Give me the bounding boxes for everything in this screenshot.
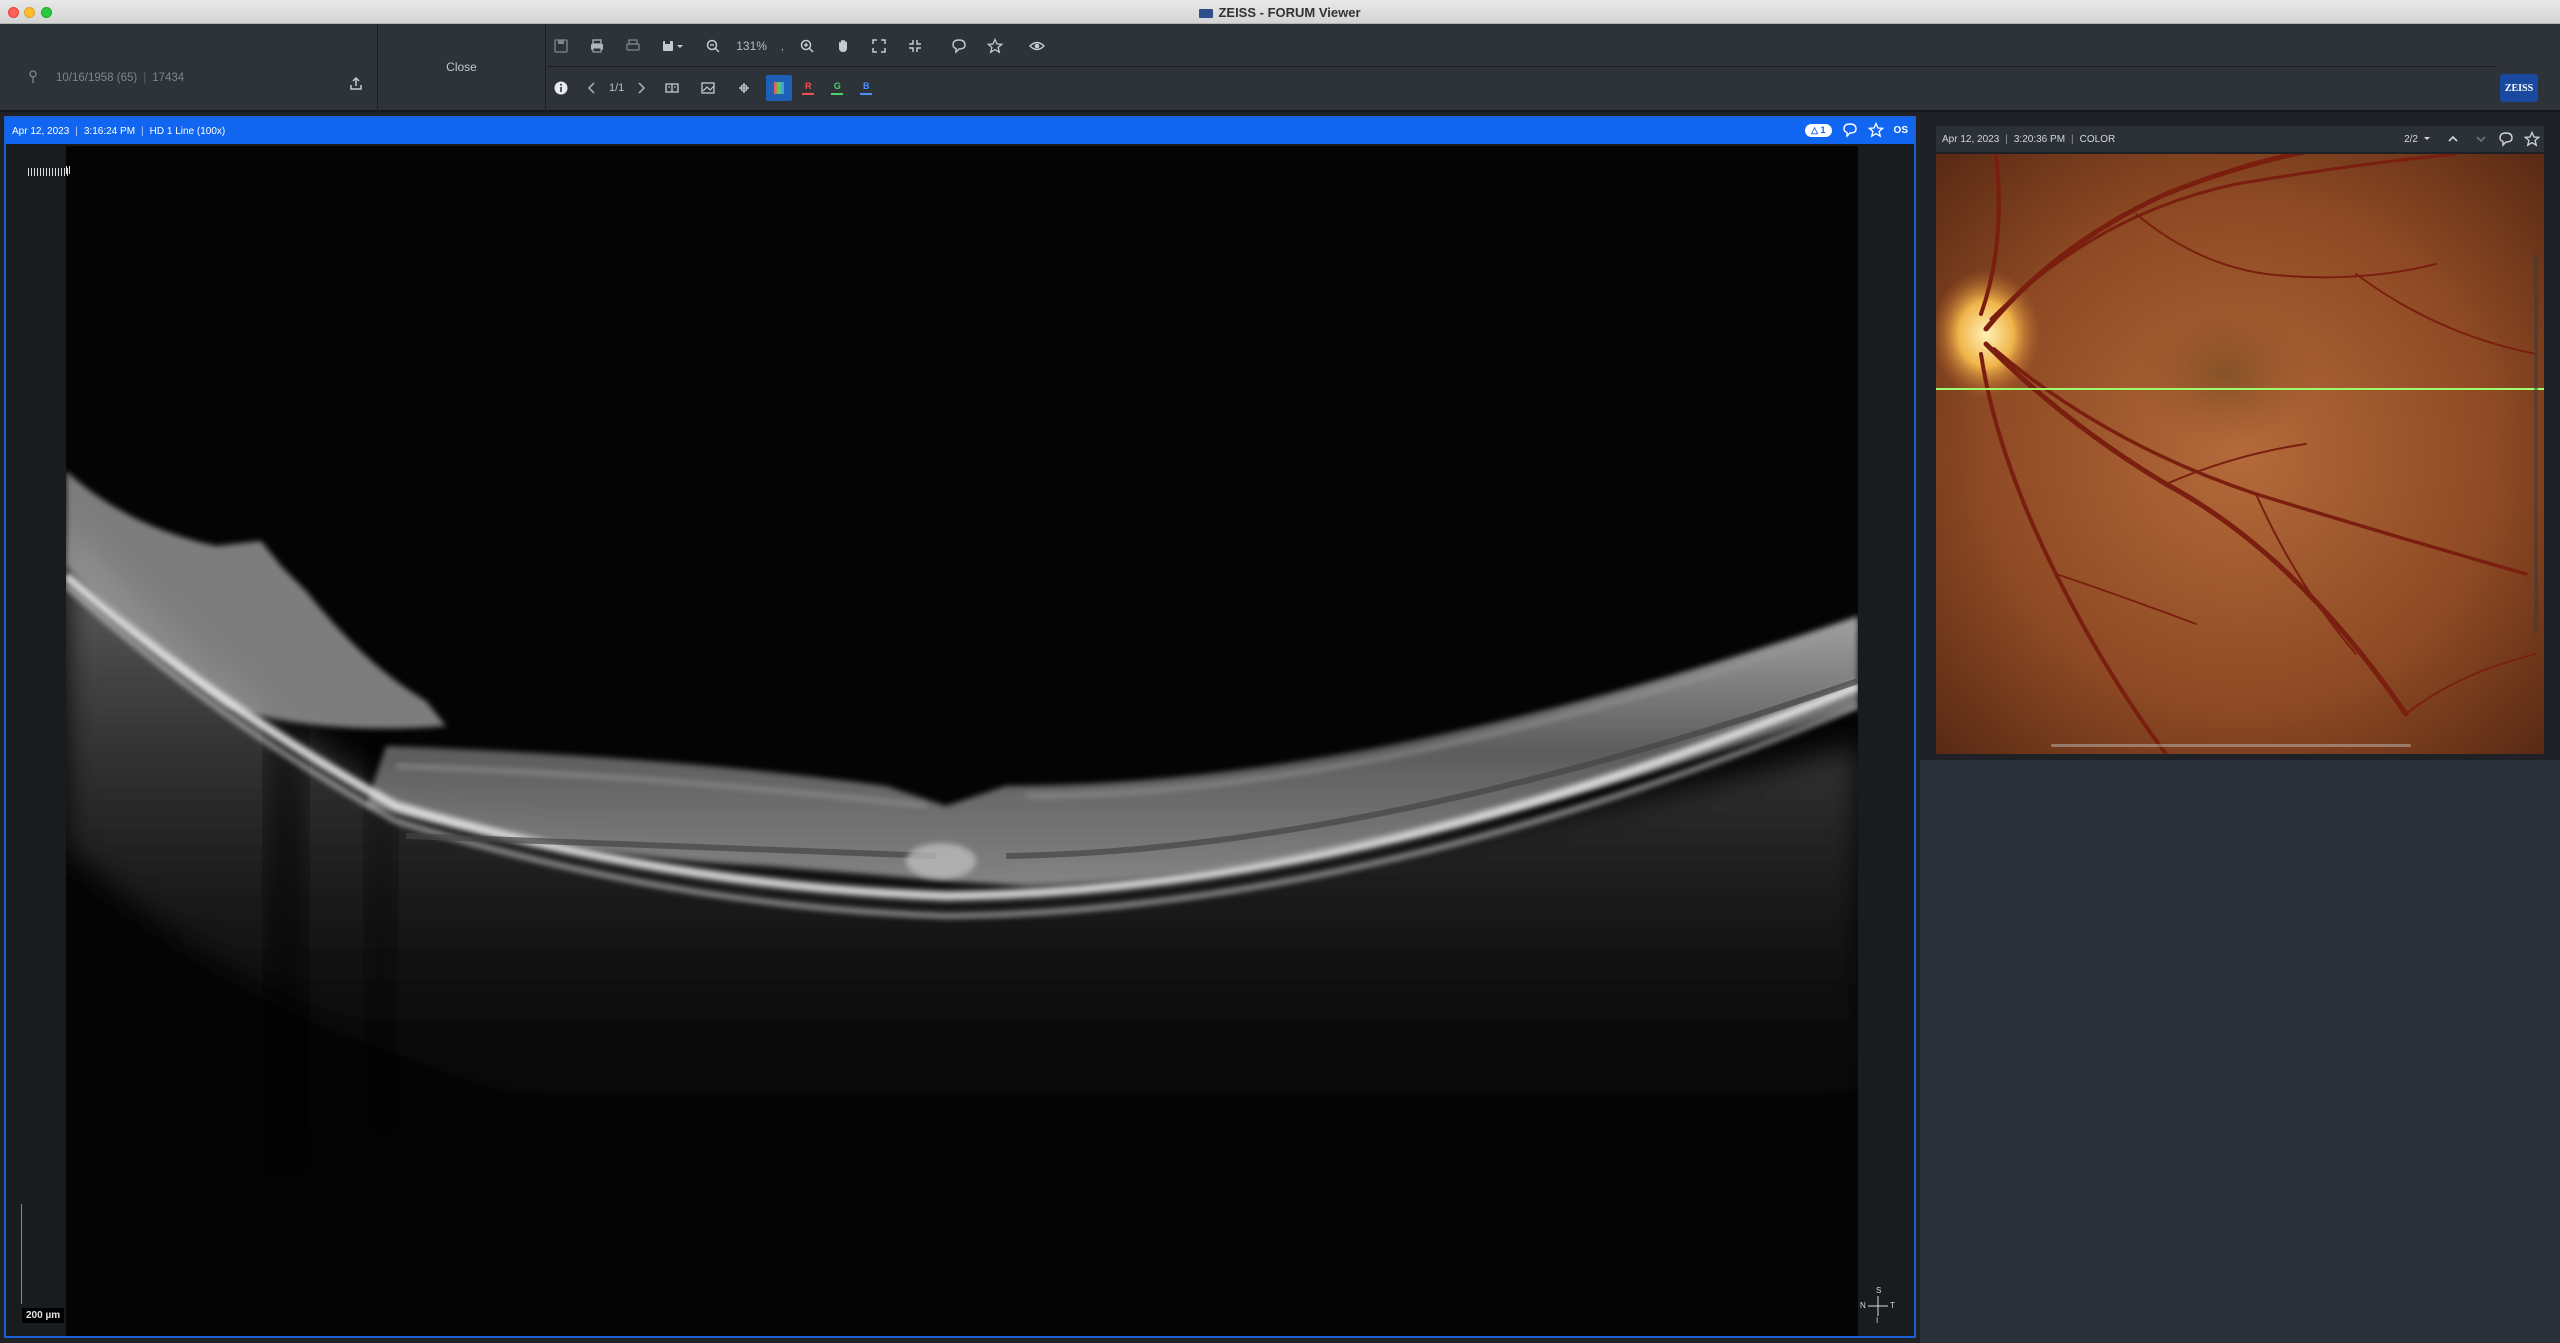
patient-dob: 10/16/1958 (65) bbox=[56, 72, 138, 84]
main-toolbar: 10/16/1958 (65) | 17434 Close 131%, 1/1 … bbox=[0, 24, 2560, 112]
patient-details: 10/16/1958 (65) | 17434 bbox=[56, 72, 185, 84]
image-adjust-icon[interactable] bbox=[694, 75, 722, 101]
fundus-header-actions: 2/2 bbox=[2404, 131, 2540, 147]
channel-r-button[interactable]: R bbox=[795, 75, 821, 101]
oct-bscan-image[interactable] bbox=[66, 146, 1858, 1336]
info-icon[interactable] bbox=[547, 75, 575, 101]
oct-date: Apr 12, 2023 bbox=[12, 125, 70, 137]
eye-view-icon[interactable] bbox=[1023, 33, 1051, 59]
fundus-mode: COLOR bbox=[2079, 133, 2116, 145]
save-icon[interactable] bbox=[547, 33, 575, 59]
oct-scan-type: HD 1 Line (100x) bbox=[149, 125, 226, 137]
scale-label: 200 µm bbox=[22, 1308, 65, 1323]
chevron-down-icon[interactable] bbox=[2474, 132, 2488, 146]
prev-page-icon[interactable] bbox=[583, 75, 601, 101]
page-indicator: 1/1 bbox=[609, 82, 625, 94]
toolbar-row-1: 131%, bbox=[547, 32, 1059, 60]
fundus-panel[interactable]: Apr 12, 2023 | 3:20:36 PM | COLOR 2/2 bbox=[1936, 126, 2544, 754]
star-icon[interactable] bbox=[981, 33, 1009, 59]
fundus-counter[interactable]: 2/2 bbox=[2404, 134, 2418, 145]
oct-header: Apr 12, 2023 | 3:16:24 PM | HD 1 Line (100x)… bbox=[6, 118, 1914, 144]
print-preview-icon[interactable] bbox=[583, 33, 611, 59]
print-icon[interactable] bbox=[619, 33, 647, 59]
oct-viewer-panel[interactable]: Apr 12, 2023 | 3:16:24 PM | HD 1 Line (100x)… bbox=[4, 116, 1916, 1338]
tool-area: 131%, 1/1 R G B bbox=[547, 24, 2497, 112]
channel-all-button[interactable] bbox=[766, 75, 793, 101]
compare-layout-icon[interactable] bbox=[658, 75, 686, 101]
next-page-icon[interactable] bbox=[632, 75, 650, 101]
window-title: ZEISS - FORUM Viewer bbox=[0, 5, 2560, 20]
channel-label: R bbox=[805, 81, 812, 91]
channel-color-bar bbox=[774, 82, 785, 94]
channel-color-bar bbox=[802, 93, 815, 95]
annotation-count: 1 bbox=[1820, 124, 1826, 135]
annotation-badge[interactable]: △ 1 bbox=[1805, 123, 1832, 137]
fundus-meta: Apr 12, 2023 | 3:20:36 PM | COLOR bbox=[1942, 133, 2116, 145]
window-titlebar: ZEISS - FORUM Viewer bbox=[0, 0, 2560, 24]
orientation-indicator: S N T I bbox=[1858, 1286, 1898, 1334]
fundus-date: Apr 12, 2023 bbox=[1942, 133, 2000, 145]
comment-icon[interactable] bbox=[945, 33, 973, 59]
toolbar-row-2: 1/1 R G B bbox=[547, 74, 882, 102]
scan-barcode-marker bbox=[28, 168, 68, 176]
right-empty-area bbox=[1920, 760, 2560, 1343]
pin-icon[interactable] bbox=[28, 70, 38, 87]
fundus-scrollbar-vertical[interactable] bbox=[2534, 254, 2538, 634]
channel-color-bar bbox=[831, 93, 844, 95]
oct-comment-icon[interactable] bbox=[1842, 122, 1858, 138]
fundus-image[interactable] bbox=[1936, 154, 2544, 754]
toolbar-divider bbox=[547, 66, 2497, 67]
color-channel-group: RGB bbox=[766, 75, 882, 101]
orientation-arrows-icon bbox=[1868, 1296, 1888, 1316]
oct-bscan-graphic bbox=[66, 146, 1858, 1336]
scale-bar bbox=[21, 1204, 22, 1304]
eye-label: OS bbox=[1893, 124, 1908, 136]
zoom-value: 131% bbox=[736, 39, 767, 53]
channel-label: B bbox=[863, 81, 870, 91]
channel-b-button[interactable]: B bbox=[853, 75, 879, 101]
fundus-time: 3:20:36 PM bbox=[2013, 133, 2066, 145]
fundus-header: Apr 12, 2023 | 3:20:36 PM | COLOR 2/2 bbox=[1936, 126, 2544, 152]
close-area: Close bbox=[378, 24, 546, 112]
fundus-star-icon[interactable] bbox=[2524, 131, 2540, 147]
zoom-suffix: , bbox=[780, 42, 784, 53]
patient-id: 17434 bbox=[152, 72, 185, 84]
oct-header-actions: △ 1 OS bbox=[1805, 122, 1908, 138]
window-title-text: ZEISS - FORUM Viewer bbox=[1218, 5, 1361, 20]
chevron-up-icon[interactable] bbox=[2446, 132, 2460, 146]
zoom-in-icon[interactable] bbox=[793, 33, 821, 59]
save-menu-icon[interactable] bbox=[655, 33, 691, 59]
fundus-graphic bbox=[1936, 154, 2544, 754]
zeiss-logo: ZEISS bbox=[2500, 74, 2538, 102]
channel-color-bar bbox=[860, 93, 873, 95]
zoom-out-icon[interactable] bbox=[699, 33, 727, 59]
patient-info: 10/16/1958 (65) | 17434 bbox=[0, 24, 378, 112]
zoom-level[interactable]: 131%, bbox=[735, 39, 785, 53]
fundus-comment-icon[interactable] bbox=[2498, 131, 2514, 147]
channel-label: G bbox=[833, 81, 841, 91]
oct-meta: Apr 12, 2023 | 3:16:24 PM | HD 1 Line (100x) bbox=[12, 125, 226, 137]
export-icon[interactable] bbox=[348, 76, 364, 92]
oct-star-icon[interactable] bbox=[1867, 122, 1884, 138]
close-button[interactable]: Close bbox=[378, 60, 545, 74]
fundus-scrollbar[interactable] bbox=[2051, 744, 2411, 747]
app-icon bbox=[1199, 9, 1214, 19]
oct-time: 3:16:24 PM bbox=[83, 125, 136, 137]
pan-hand-icon[interactable] bbox=[829, 33, 857, 59]
overlay-tool-icon[interactable] bbox=[730, 75, 758, 101]
counter-dropdown-icon[interactable] bbox=[2422, 134, 2432, 144]
channel-g-button[interactable]: G bbox=[824, 75, 850, 101]
fullscreen-icon[interactable] bbox=[865, 33, 893, 59]
fit-screen-icon[interactable] bbox=[901, 33, 929, 59]
